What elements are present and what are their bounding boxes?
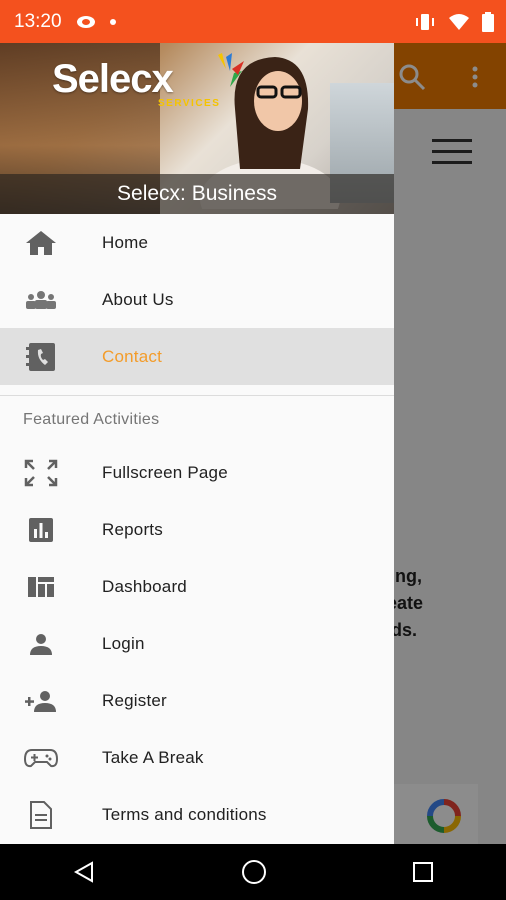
menu-item-label: Terms and conditions bbox=[102, 804, 267, 824]
section-title: Featured Activities bbox=[23, 411, 160, 428]
contact-book-icon bbox=[21, 342, 61, 372]
logo-mark-icon bbox=[218, 53, 244, 87]
gamepad-icon bbox=[21, 743, 61, 773]
home-button-icon[interactable] bbox=[241, 859, 267, 885]
logo-text: Selecx bbox=[52, 57, 174, 101]
menu-item-label: About Us bbox=[102, 289, 174, 309]
menu-item-home[interactable]: Home bbox=[0, 214, 394, 271]
drawer-header: Selecx SERVICES Selecx: Business bbox=[0, 43, 394, 214]
system-navigation-bar bbox=[0, 844, 506, 900]
menu-item-reports[interactable]: Reports bbox=[0, 501, 394, 558]
cast-icon bbox=[76, 15, 95, 28]
menu-item-about-us[interactable]: About Us bbox=[0, 271, 394, 328]
menu-item-label: Fullscreen Page bbox=[102, 462, 228, 482]
menu-item-label: Home bbox=[102, 232, 149, 252]
person-add-icon bbox=[21, 686, 61, 716]
menu-item-label: Dashboard bbox=[102, 576, 187, 596]
battery-icon bbox=[482, 11, 494, 32]
menu-item-label: Contact bbox=[102, 346, 162, 366]
menu-item-take-a-break[interactable]: Take A Break bbox=[0, 729, 394, 786]
status-time: 13:20 bbox=[14, 10, 62, 32]
menu-item-contact[interactable]: Contact bbox=[0, 328, 394, 385]
document-icon bbox=[21, 800, 61, 830]
bar-chart-icon bbox=[21, 515, 61, 545]
fullscreen-icon bbox=[21, 458, 61, 488]
menu-item-register[interactable]: Register bbox=[0, 672, 394, 729]
dot-icon bbox=[109, 18, 116, 25]
back-icon[interactable] bbox=[72, 860, 96, 884]
menu-item-login[interactable]: Login bbox=[0, 615, 394, 672]
home-icon bbox=[21, 228, 61, 258]
navigation-drawer: Selecx SERVICES Selecx: Business Home Ab… bbox=[0, 43, 394, 844]
recents-icon[interactable] bbox=[412, 861, 434, 883]
person-icon bbox=[21, 629, 61, 659]
drawer-title: Selecx: Business bbox=[117, 182, 277, 205]
menu-item-dashboard[interactable]: Dashboard bbox=[0, 558, 394, 615]
menu-item-fullscreen-page[interactable]: Fullscreen Page bbox=[0, 444, 394, 501]
wifi-icon bbox=[449, 13, 469, 30]
status-bar: 13:20 bbox=[0, 0, 506, 43]
vibrate-icon bbox=[416, 13, 434, 30]
menu-item-label: Login bbox=[102, 633, 145, 653]
logo-subtitle: SERVICES bbox=[158, 98, 221, 109]
menu-item-label: Reports bbox=[102, 519, 163, 539]
dashboard-icon bbox=[21, 572, 61, 602]
drawer-menu: Home About Us Contact Featured Activitie… bbox=[0, 214, 394, 843]
menu-item-label: Take A Break bbox=[102, 747, 204, 767]
menu-item-terms[interactable]: Terms and conditions bbox=[0, 786, 394, 843]
group-icon bbox=[21, 285, 61, 315]
menu-item-label: Register bbox=[102, 690, 167, 710]
